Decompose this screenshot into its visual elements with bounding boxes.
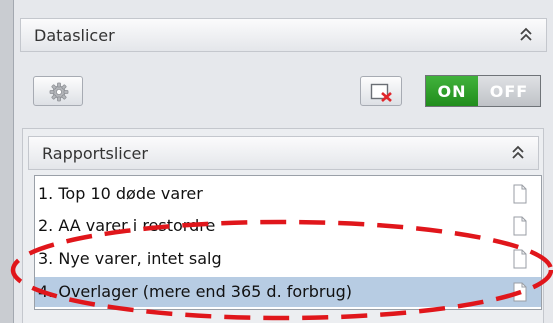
- window-left-edge: [0, 0, 14, 323]
- rapportslicer-header[interactable]: Rapportslicer: [28, 136, 539, 170]
- toggle-on-label[interactable]: ON: [426, 76, 478, 106]
- report-label: 2. AA varer i restordre: [38, 216, 216, 235]
- report-label: 1. Top 10 døde varer: [38, 184, 203, 203]
- list-item[interactable]: 1. Top 10 døde varer: [35, 179, 541, 209]
- settings-button[interactable]: [33, 76, 83, 106]
- slicer-pane: Dataslicer ON OFF Rapportslicer 1. Top 1…: [14, 0, 553, 323]
- document-icon: [513, 282, 527, 302]
- toggle-off-label[interactable]: OFF: [478, 76, 540, 106]
- report-list: 1. Top 10 døde varer 2. AA varer i resto…: [34, 175, 542, 310]
- list-item[interactable]: 2. AA varer i restordre: [35, 211, 541, 241]
- filter-toggle[interactable]: ON OFF: [425, 75, 541, 107]
- report-label: 4. Overlager (mere end 365 d. forbrug): [38, 282, 353, 301]
- gear-icon: [49, 82, 69, 102]
- document-icon: [513, 216, 527, 236]
- rapportslicer-title: Rapportslicer: [42, 144, 148, 163]
- clear-filter-icon: [370, 83, 392, 102]
- document-icon: [513, 249, 527, 269]
- dataslicer-header[interactable]: Dataslicer: [20, 18, 547, 52]
- clear-filter-button[interactable]: [360, 76, 402, 106]
- document-icon: [513, 184, 527, 204]
- report-label: 3. Nye varer, intet salg: [38, 249, 222, 268]
- list-item[interactable]: 3. Nye varer, intet salg: [35, 244, 541, 274]
- chevron-double-up-icon[interactable]: [517, 25, 535, 45]
- chevron-double-up-icon[interactable]: [509, 143, 527, 163]
- list-item-selected[interactable]: 4. Overlager (mere end 365 d. forbrug): [35, 277, 541, 307]
- dataslicer-title: Dataslicer: [34, 26, 115, 45]
